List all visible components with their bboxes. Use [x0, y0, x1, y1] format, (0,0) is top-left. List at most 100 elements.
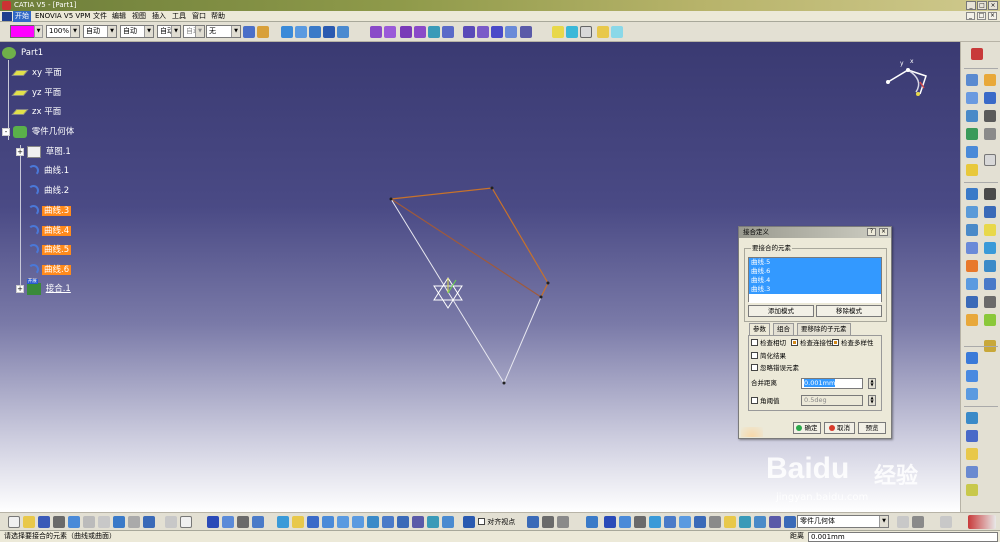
checkbox[interactable]: [478, 518, 485, 525]
helix-icon[interactable]: [966, 188, 978, 200]
extrapolate-icon[interactable]: [580, 26, 592, 38]
swap-space-icon[interactable]: [442, 516, 454, 528]
formula-fx-icon[interactable]: [165, 516, 177, 528]
cut-icon[interactable]: [83, 516, 95, 528]
fit-all-icon[interactable]: [292, 516, 304, 528]
layer-select[interactable]: 无 ▼: [206, 25, 241, 38]
projection-icon[interactable]: [966, 110, 978, 122]
update-icon[interactable]: [252, 516, 264, 528]
zoom-in-icon[interactable]: [337, 516, 349, 528]
menu-help[interactable]: 帮助: [209, 11, 227, 22]
catalog-icon[interactable]: [207, 516, 219, 528]
merge-distance-field[interactable]: 0.001mm: [801, 378, 863, 389]
check-connexity[interactable]: 检查连接性: [791, 339, 833, 348]
checkbox[interactable]: [832, 339, 839, 346]
save-icon[interactable]: [38, 516, 50, 528]
combine-icon[interactable]: [966, 242, 978, 254]
angular-threshold-spinner[interactable]: ▲ ▼: [868, 395, 876, 406]
remove-mode-button[interactable]: 移除模式: [816, 305, 882, 317]
menu-tools[interactable]: 工具: [170, 11, 188, 22]
menu-view[interactable]: 视图: [130, 11, 148, 22]
circle-icon[interactable]: [966, 146, 978, 158]
zoom-out-icon[interactable]: [352, 516, 364, 528]
refresh-icon[interactable]: [586, 516, 598, 528]
split-icon[interactable]: [477, 26, 489, 38]
simplify-result[interactable]: 简化结果: [751, 352, 786, 361]
menu-file[interactable]: 文件: [91, 11, 109, 22]
sphere-icon[interactable]: [984, 278, 996, 290]
copy-icon[interactable]: [98, 516, 110, 528]
point-icon[interactable]: [966, 74, 978, 86]
apply-icon[interactable]: [754, 516, 766, 528]
offset-icon[interactable]: [463, 26, 475, 38]
rotate-icon[interactable]: [984, 260, 996, 272]
dialog-help-button[interactable]: ?: [867, 228, 876, 236]
preview-button[interactable]: 预览: [858, 422, 886, 434]
close-button[interactable]: ×: [988, 1, 998, 10]
menu-enovia[interactable]: ENOVIA V5 VPM: [33, 11, 92, 22]
view-mode-icon[interactable]: [897, 516, 909, 528]
checkbox[interactable]: [751, 364, 758, 371]
pattern-icon[interactable]: [966, 430, 978, 442]
wave-icon[interactable]: [649, 516, 661, 528]
table-icon[interactable]: [966, 466, 978, 478]
check-tangency[interactable]: 检查相切: [751, 339, 786, 348]
checkbox[interactable]: [751, 397, 758, 404]
measure-icon[interactable]: [966, 314, 978, 326]
sketcher-icon[interactable]: [984, 154, 996, 166]
checkbox[interactable]: [791, 339, 798, 346]
hide-show-icon[interactable]: [427, 516, 439, 528]
trim-icon[interactable]: [491, 26, 503, 38]
view-icon[interactable]: [966, 352, 978, 364]
dialog-close-button[interactable]: ×: [879, 228, 888, 236]
check-manifold[interactable]: 检查多样性: [832, 339, 874, 348]
menu-start[interactable]: 开始: [13, 11, 31, 22]
material-icon[interactable]: [739, 516, 751, 528]
repeat-icon[interactable]: [966, 370, 978, 382]
knowledge-icon[interactable]: [966, 448, 978, 460]
polyline-icon[interactable]: [984, 242, 996, 254]
analysis-icon[interactable]: [309, 26, 321, 38]
constraint-icon[interactable]: [966, 260, 978, 272]
align-view-icon[interactable]: [463, 516, 475, 528]
list-item[interactable]: 曲线.5: [749, 258, 881, 267]
intersection-icon[interactable]: [966, 128, 978, 140]
parallel-curve-icon[interactable]: [984, 224, 996, 236]
angular-threshold-check[interactable]: 角阈值: [751, 397, 780, 406]
select-arrow-icon[interactable]: [984, 92, 996, 104]
app-menu-icon[interactable]: [2, 12, 12, 21]
revolve-icon[interactable]: [384, 26, 396, 38]
diagonal-line-icon[interactable]: [984, 206, 996, 218]
fill-icon[interactable]: [414, 26, 426, 38]
dot-icon[interactable]: [984, 188, 996, 200]
tools-icon[interactable]: [237, 516, 249, 528]
lock-icon[interactable]: [557, 516, 569, 528]
print-icon[interactable]: [53, 516, 65, 528]
redo-icon[interactable]: [128, 516, 140, 528]
pointer-icon[interactable]: [527, 516, 539, 528]
sweep-icon[interactable]: [400, 26, 412, 38]
list-item[interactable]: 曲线.4: [749, 276, 881, 285]
line-type-select[interactable]: 自动 ▼: [120, 25, 154, 38]
multi-view-icon[interactable]: [382, 516, 394, 528]
menu-insert[interactable]: 插入: [150, 11, 168, 22]
align-views-checkbox[interactable]: 对齐视点: [478, 517, 515, 527]
ok-button[interactable]: 确定: [793, 422, 821, 434]
work-object-icon[interactable]: [769, 516, 781, 528]
add-mode-button[interactable]: 添加模式: [748, 305, 814, 317]
line-thickness-select[interactable]: 自动 ▼: [83, 25, 117, 38]
sketch-icon[interactable]: [281, 26, 293, 38]
plane-tool-icon[interactable]: [966, 92, 978, 104]
fillet-icon[interactable]: [552, 26, 564, 38]
tab-subelements[interactable]: 要移除的子元素: [797, 323, 851, 335]
menu-edit[interactable]: 编辑: [110, 11, 128, 22]
paintbrush-icon[interactable]: [243, 26, 255, 38]
merge-distance-spinner[interactable]: ▲ ▼: [868, 378, 876, 389]
chart-icon[interactable]: [984, 314, 996, 326]
point-symbol-select[interactable]: 自动 ▼: [157, 25, 181, 38]
spline-icon[interactable]: [966, 164, 978, 176]
list-item[interactable]: 曲线.6: [749, 267, 881, 276]
transform-icon[interactable]: [566, 26, 578, 38]
blend-icon[interactable]: [442, 26, 454, 38]
maximize-button[interactable]: □: [977, 1, 987, 10]
